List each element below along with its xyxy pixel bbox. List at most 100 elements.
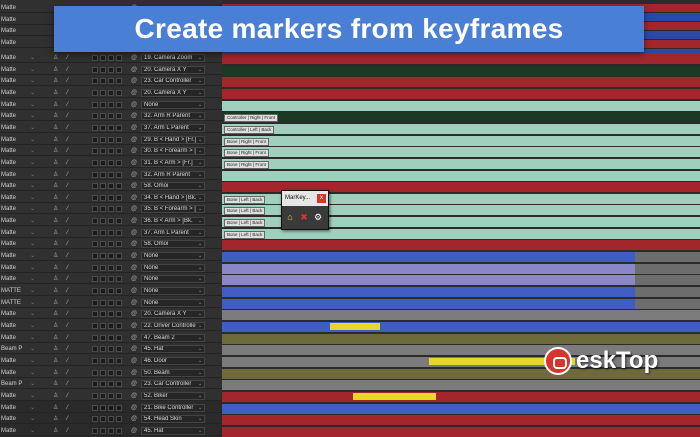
quality-icon[interactable]: ⁄ [67, 240, 75, 249]
layer-mode[interactable]: Matte [1, 77, 29, 86]
pickwhip-icon[interactable]: @ [131, 205, 137, 214]
quality-icon[interactable]: ⁄ [67, 229, 75, 238]
switch-box[interactable] [92, 148, 98, 155]
track-matte-chevron-icon[interactable]: ⌄ [30, 287, 52, 296]
switch-box[interactable] [108, 276, 114, 283]
chevron-down-icon[interactable]: ⌄ [198, 229, 202, 238]
marker-label[interactable]: Controller | Right | Front [224, 114, 278, 123]
layer-row[interactable]: Matte ⌄ ♙ ⁄ @32. Arm R Parent ⌄ [0, 170, 222, 180]
track-matte-chevron-icon[interactable]: ⌄ [30, 77, 52, 86]
switch-box[interactable] [92, 381, 98, 388]
switch-box[interactable] [100, 159, 106, 166]
switch-box[interactable] [92, 427, 98, 434]
layer-mode[interactable]: Beam P [1, 345, 29, 354]
chevron-down-icon[interactable]: ⌄ [198, 310, 202, 319]
switch-box[interactable] [100, 311, 106, 318]
keyframe-bar[interactable] [353, 392, 436, 400]
quality-icon[interactable]: ⁄ [67, 147, 75, 156]
switch-box[interactable] [100, 218, 106, 225]
switch-box[interactable] [108, 159, 114, 166]
layer-bar[interactable] [222, 252, 635, 263]
switch-box[interactable] [108, 322, 114, 329]
switch-box[interactable] [100, 299, 106, 306]
layer-row[interactable]: Matte ⌄ ♙ ⁄ @19. Camera Zoom ⌄ [0, 54, 222, 63]
pickwhip-icon[interactable]: @ [131, 124, 137, 133]
switch-box[interactable] [100, 78, 106, 85]
parent-select[interactable]: 30. B < Forearm > [ [141, 147, 205, 156]
switch-box[interactable] [116, 66, 122, 73]
chevron-down-icon[interactable]: ⌄ [198, 54, 202, 63]
parent-select[interactable]: 20. Camera X Y [141, 88, 205, 97]
switch-box[interactable] [100, 346, 106, 353]
chevron-down-icon[interactable]: ⌄ [198, 404, 202, 413]
parent-select[interactable]: 22. Driver Controlle [141, 321, 205, 330]
layer-bar[interactable] [222, 275, 635, 286]
parent-select[interactable]: 34. B < Hand > [Bk. [141, 193, 205, 202]
quality-icon[interactable]: ⁄ [67, 54, 75, 63]
switch-box[interactable] [100, 241, 106, 248]
track-matte-chevron-icon[interactable]: ⌄ [30, 194, 52, 203]
switch-box[interactable] [116, 322, 122, 329]
chevron-down-icon[interactable]: ⌄ [198, 299, 202, 308]
switch-box[interactable] [92, 113, 98, 120]
shy-icon[interactable]: ♙ [53, 159, 61, 168]
pickwhip-icon[interactable]: @ [131, 322, 137, 331]
quality-icon[interactable]: ⁄ [67, 310, 75, 319]
switch-box[interactable] [116, 159, 122, 166]
chevron-down-icon[interactable]: ⌄ [198, 275, 202, 284]
layer-mode[interactable]: Matte [1, 334, 29, 343]
parent-select[interactable]: 45. Hat [141, 426, 205, 435]
switch-box[interactable] [108, 113, 114, 120]
layer-bar[interactable] [222, 112, 700, 123]
layer-row[interactable]: Beam P ⌄ ♙ ⁄ @23. Car Controller ⌄ [0, 380, 222, 390]
markey-panel[interactable]: MarKey... x ⌂ ✖ ⚙ [281, 190, 329, 230]
switch-box[interactable] [116, 89, 122, 96]
switch-box[interactable] [108, 194, 114, 201]
pickwhip-icon[interactable]: @ [131, 159, 137, 168]
chevron-down-icon[interactable]: ⌄ [198, 264, 202, 273]
layer-mode[interactable]: Matte [1, 124, 29, 133]
switch-box[interactable] [92, 78, 98, 85]
switch-box[interactable] [100, 334, 106, 341]
shy-icon[interactable]: ♙ [53, 275, 61, 284]
switch-box[interactable] [100, 357, 106, 364]
layer-mode[interactable]: Matte [1, 404, 29, 413]
switch-box[interactable] [100, 101, 106, 108]
pickwhip-icon[interactable]: @ [131, 415, 137, 424]
layer-row[interactable]: Beam P ⌄ ♙ ⁄ @45. Hat ⌄ [0, 345, 222, 355]
switch-box[interactable] [108, 392, 114, 399]
switch-box[interactable] [108, 206, 114, 213]
quality-icon[interactable]: ⁄ [67, 101, 75, 110]
switch-box[interactable] [116, 288, 122, 294]
switch-box[interactable] [92, 241, 98, 248]
quality-icon[interactable]: ⁄ [67, 66, 75, 75]
switch-box[interactable] [92, 357, 98, 364]
switch-box[interactable] [116, 299, 122, 306]
parent-select[interactable]: 19. Camera Zoom [141, 54, 205, 62]
shy-icon[interactable]: ♙ [53, 322, 61, 331]
switch-box[interactable] [116, 334, 122, 341]
switch-box[interactable] [116, 78, 122, 85]
chevron-down-icon[interactable]: ⌄ [198, 147, 202, 156]
switch-box[interactable] [100, 264, 106, 271]
switch-box[interactable] [108, 311, 114, 318]
switch-box[interactable] [108, 171, 114, 178]
switch-box[interactable] [116, 218, 122, 225]
quality-icon[interactable]: ⁄ [67, 334, 75, 343]
chevron-down-icon[interactable]: ⌄ [198, 171, 202, 180]
switch-box[interactable] [116, 253, 122, 260]
layer-bar[interactable] [222, 100, 700, 111]
switch-box[interactable] [108, 264, 114, 271]
track-matte-chevron-icon[interactable]: ⌄ [30, 275, 52, 284]
quality-icon[interactable]: ⁄ [67, 124, 75, 133]
track-matte-chevron-icon[interactable]: ⌄ [30, 171, 52, 180]
pickwhip-icon[interactable]: @ [131, 345, 137, 354]
layer-bar[interactable] [222, 240, 700, 251]
switch-box[interactable] [116, 148, 122, 155]
chevron-down-icon[interactable]: ⌄ [198, 415, 202, 424]
layer-bar[interactable] [222, 123, 700, 134]
quality-icon[interactable]: ⁄ [67, 357, 75, 366]
quality-icon[interactable]: ⁄ [67, 159, 75, 168]
chevron-down-icon[interactable]: ⌄ [198, 392, 202, 401]
switch-box[interactable] [92, 264, 98, 271]
